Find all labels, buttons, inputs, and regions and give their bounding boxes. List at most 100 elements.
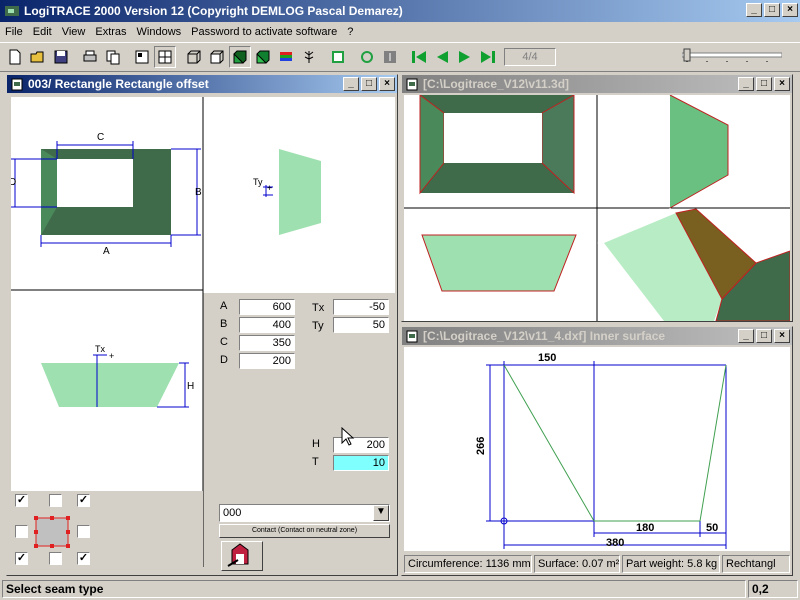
param-d-input[interactable]: 200 <box>239 353 295 369</box>
maximize-button[interactable]: □ <box>764 3 780 17</box>
first-page-button[interactable] <box>408 46 430 68</box>
copy-button[interactable] <box>102 46 124 68</box>
win-left-minimize-button[interactable]: _ <box>343 77 359 91</box>
menu-extras[interactable]: Extras <box>90 26 131 38</box>
copy-icon <box>106 50 120 65</box>
statusbar: Select seam type 0,2 <box>0 578 800 600</box>
dxf-dim-top: 150 <box>538 352 556 364</box>
seam-check-top-right[interactable]: ✓ <box>77 494 90 507</box>
param-t-input[interactable]: 10 <box>333 455 389 471</box>
param-ty-input[interactable]: 50 <box>333 317 389 333</box>
seam-check-mid-left[interactable] <box>15 525 28 538</box>
win-dxf-close-button[interactable]: × <box>774 329 790 343</box>
view-quad-button[interactable] <box>154 46 176 68</box>
dim-label-h: H <box>187 381 194 392</box>
tree-button[interactable] <box>298 46 320 68</box>
document-icon <box>406 78 418 91</box>
curve-icon <box>361 51 373 63</box>
color-button[interactable] <box>275 46 297 68</box>
seam-preview-icon[interactable] <box>33 515 71 549</box>
printer-icon <box>83 50 97 62</box>
menu-help[interactable]: ? <box>342 26 358 38</box>
svg-text:+: + <box>267 183 272 193</box>
next-page-button[interactable] <box>454 46 476 68</box>
win-left-close-button[interactable]: × <box>379 77 395 91</box>
menu-password[interactable]: Password to activate software <box>186 26 342 38</box>
info-type: Rechtangl <box>722 555 790 573</box>
contact-button[interactable]: Contact (Contact on neutral zone) <box>219 524 390 538</box>
win-left-maximize-button[interactable]: □ <box>361 77 377 91</box>
box-hidden-button[interactable] <box>206 46 228 68</box>
seam-check-top-mid[interactable] <box>49 494 62 507</box>
box-wire-icon <box>187 50 201 64</box>
3d-viewport <box>404 95 790 321</box>
zoom-slider[interactable] <box>681 48 783 62</box>
window-dxf-title: [C:\Logitrace_V12\v11_4.dxf] Inner surfa… <box>423 329 666 343</box>
open-file-button[interactable] <box>27 46 49 68</box>
menu-view[interactable]: View <box>57 26 91 38</box>
param-a-input[interactable]: 600 <box>239 299 295 315</box>
menubar: File Edit View Extras Windows Password t… <box>0 22 800 42</box>
seam-tool-button[interactable] <box>221 541 263 571</box>
seam-check-bottom-left[interactable]: ✓ <box>15 552 28 565</box>
box-hidden-icon <box>210 50 224 64</box>
front-view-shape <box>41 363 179 407</box>
tree-icon <box>304 51 314 63</box>
view-single-button[interactable] <box>131 46 153 68</box>
prev-page-button[interactable] <box>431 46 453 68</box>
status-message: Select seam type <box>2 580 746 598</box>
window-dxf-titlebar: [C:\Logitrace_V12\v11_4.dxf] Inner surfa… <box>402 327 792 345</box>
new-file-button[interactable] <box>4 46 26 68</box>
menu-edit[interactable]: Edit <box>28 26 57 38</box>
window-3d-view: [C:\Logitrace_V12\v11.3d] _ □ × <box>401 74 793 322</box>
info-surface: Surface: 0.07 m² <box>534 555 620 573</box>
new-file-icon <box>9 49 21 65</box>
disabled-tool-button[interactable] <box>379 46 401 68</box>
win-3d-maximize-button[interactable]: □ <box>756 77 772 91</box>
dxf-dim-bottom-right: 50 <box>706 522 718 534</box>
chevron-down-icon[interactable]: ▼ <box>373 505 389 521</box>
next-icon <box>459 51 470 63</box>
seam-check-bottom-right[interactable]: ✓ <box>77 552 90 565</box>
svg-text:+: + <box>109 351 114 361</box>
save-button[interactable] <box>50 46 72 68</box>
info-weight: Part weight: 5.8 kg <box>622 555 720 573</box>
dim-label-d: D <box>11 177 16 188</box>
last-icon <box>481 51 495 63</box>
seam-check-mid-right[interactable] <box>77 525 90 538</box>
win-3d-minimize-button[interactable]: _ <box>738 77 754 91</box>
close-button[interactable]: × <box>782 3 798 17</box>
last-page-button[interactable] <box>477 46 499 68</box>
param-d-label: D <box>220 354 228 366</box>
box-solid-button[interactable] <box>252 46 274 68</box>
seam-check-top-left[interactable]: ✓ <box>15 494 28 507</box>
frame-button[interactable] <box>327 46 349 68</box>
app-title: LogiTRACE 2000 Version 12 (Copyright DEM… <box>24 4 403 18</box>
minimize-button[interactable]: _ <box>746 3 762 17</box>
window-parameters: 003/ Rectangle Rectangle offset _ □ × C … <box>6 74 398 576</box>
seam-check-bottom-mid[interactable] <box>49 552 62 565</box>
box-front-button[interactable] <box>183 46 205 68</box>
print-button[interactable] <box>79 46 101 68</box>
win-dxf-maximize-button[interactable]: □ <box>756 329 772 343</box>
tool-icon <box>384 51 396 63</box>
param-c-input[interactable]: 350 <box>239 335 295 351</box>
param-tx-input[interactable]: -50 <box>333 299 389 315</box>
menu-file[interactable]: File <box>0 26 28 38</box>
dxf-drawing: 150 266 180 50 380 <box>404 347 790 551</box>
top-view-inner <box>57 159 133 207</box>
param-b-input[interactable]: 400 <box>239 317 295 333</box>
info-circumference: Circumference: 1136 mm <box>404 555 532 573</box>
dxf-dim-bottom-total: 380 <box>606 537 624 549</box>
win-3d-close-button[interactable]: × <box>774 77 790 91</box>
menu-windows[interactable]: Windows <box>132 26 187 38</box>
curve-button[interactable] <box>356 46 378 68</box>
box-shaded-icon <box>233 50 247 64</box>
toolbar: 4/4 <box>0 42 800 72</box>
contact-select[interactable]: 000 ▼ <box>219 504 390 522</box>
param-b-label: B <box>220 318 228 330</box>
app-icon <box>4 3 20 19</box>
win-dxf-minimize-button[interactable]: _ <box>738 329 754 343</box>
page-view-icon <box>135 50 149 64</box>
box-shaded-button[interactable] <box>229 46 251 68</box>
